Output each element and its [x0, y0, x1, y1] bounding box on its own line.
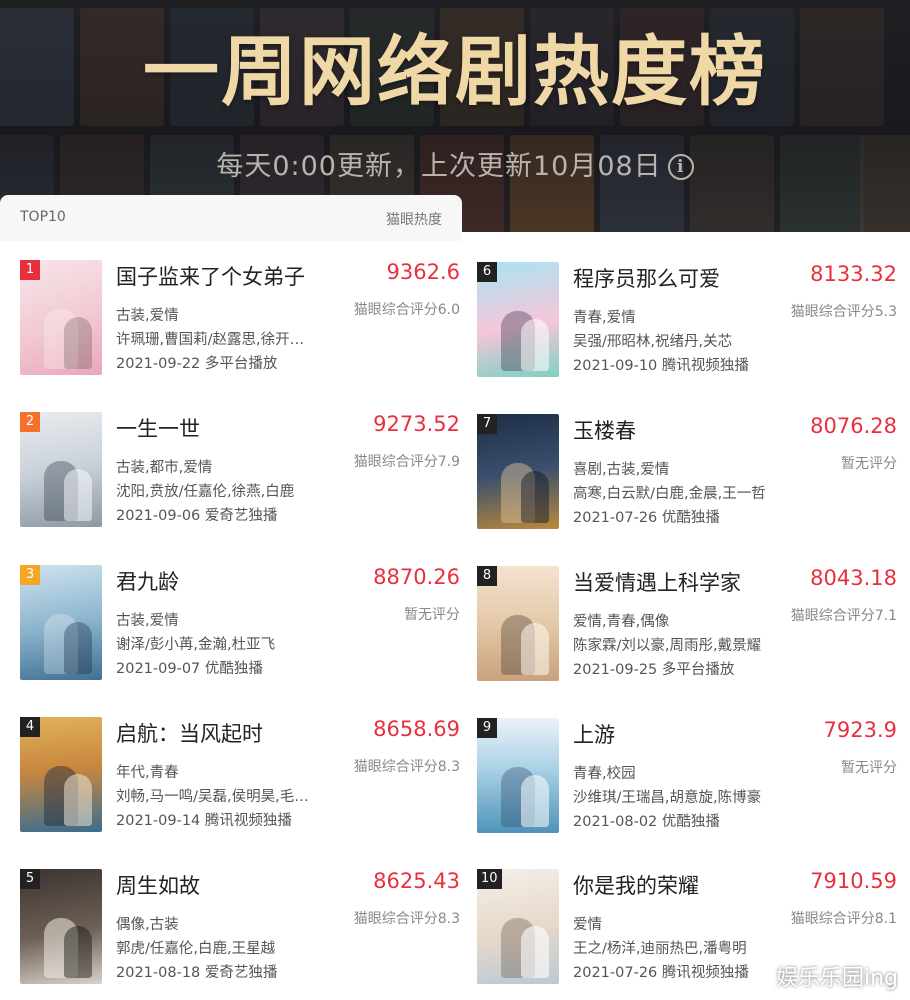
rank-badge: 1 [20, 260, 40, 280]
release-text: 2021-08-02 优酷独播 [573, 814, 720, 830]
release-text: 2021-09-07 优酷独播 [116, 661, 263, 677]
drama-title[interactable]: 君九龄 [116, 566, 179, 596]
rating-text: 猫眼综合评分6.0 [353, 302, 460, 318]
release-text: 2021-07-26 腾讯视频独播 [573, 965, 749, 981]
release-text: 2021-08-18 爱奇艺独播 [116, 965, 278, 981]
cast-text: 许珮珊,曹国莉/赵露思,徐开… [116, 332, 305, 348]
poster-figure [64, 774, 92, 826]
update-text: 每天0:00更新，上次更新10月08日 [216, 151, 662, 182]
drama-title[interactable]: 启航：当风起时 [116, 718, 263, 748]
genre-text: 年代,青春 [116, 765, 179, 781]
genre-text: 爱情,青春,偶像 [573, 614, 670, 630]
poster-figure [521, 623, 549, 675]
drama-title[interactable]: 国子监来了个女弟子 [116, 261, 305, 291]
heat-score: 8043.18 [810, 566, 897, 590]
drama-title[interactable]: 一生一世 [116, 413, 200, 443]
tab-label: TOP10 [20, 209, 66, 225]
poster-figure [521, 471, 549, 523]
rating-text: 猫眼综合评分8.3 [353, 911, 460, 927]
poster-figure [64, 926, 92, 978]
heat-score: 8133.32 [810, 262, 897, 286]
rating-text: 猫眼综合评分8.1 [790, 911, 897, 927]
genre-text: 古装,爱情 [116, 308, 179, 324]
drama-title[interactable]: 你是我的荣耀 [573, 870, 699, 900]
heat-score: 7923.9 [823, 718, 897, 742]
rank-badge: 8 [477, 566, 497, 586]
heat-score: 8625.43 [373, 869, 460, 893]
cast-text: 谢泽/彭小苒,金瀚,杜亚飞 [116, 637, 276, 653]
poster-figure [64, 317, 92, 369]
poster-figure [64, 622, 92, 674]
heat-score: 8658.69 [373, 717, 460, 741]
cast-text: 王之/杨洋,迪丽热巴,潘粤明 [573, 941, 747, 957]
ranking-item-5[interactable]: 5 周生如故 8625.43 猫眼综合评分8.3 偶像,古装 郭虎/任嘉伦,白鹿… [20, 869, 460, 999]
cast-text: 沙维琪/王瑞昌,胡意旋,陈博豪 [573, 790, 762, 806]
rank-badge: 2 [20, 412, 40, 432]
poster-figure [521, 319, 549, 371]
release-text: 2021-09-25 多平台播放 [573, 662, 735, 678]
ranking-item-2[interactable]: 2 一生一世 9273.52 猫眼综合评分7.9 古装,都市,爱情 沈阳,贲放/… [20, 412, 460, 542]
drama-title[interactable]: 上游 [573, 719, 615, 749]
cast-text: 郭虎/任嘉伦,白鹿,王星越 [116, 941, 276, 957]
drama-title[interactable]: 玉楼春 [573, 415, 636, 445]
release-text: 2021-09-10 腾讯视频独播 [573, 358, 749, 374]
rank-badge: 9 [477, 718, 497, 738]
page-title: 一周网络剧热度榜 [143, 27, 767, 116]
ranking-item-8[interactable]: 8 当爱情遇上科学家 8043.18 猫眼综合评分7.1 爱情,青春,偶像 陈家… [477, 566, 897, 696]
drama-title[interactable]: 当爱情遇上科学家 [573, 567, 741, 597]
cast-text: 刘畅,马一鸣/吴磊,侯明昊,毛… [116, 789, 309, 805]
cast-text: 高寒,白云默/白鹿,金晨,王一哲 [573, 486, 766, 502]
ranking-item-9[interactable]: 9 上游 7923.9 暂无评分 青春,校园 沙维琪/王瑞昌,胡意旋,陈博豪 2… [477, 718, 897, 848]
rating-text: 猫眼综合评分7.9 [353, 454, 460, 470]
heat-score: 8870.26 [373, 565, 460, 589]
poster-figure [521, 926, 549, 978]
rating-text: 暂无评分 [841, 456, 897, 472]
rank-badge: 3 [20, 565, 40, 585]
genre-text: 青春,校园 [573, 766, 636, 782]
ranking-item-6[interactable]: 6 程序员那么可爱 8133.32 猫眼综合评分5.3 青春,爱情 吴强/邢昭林… [477, 262, 897, 392]
drama-title[interactable]: 周生如故 [116, 870, 200, 900]
heat-score: 9362.6 [386, 260, 460, 284]
top10-tab[interactable]: TOP10 猫眼热度 [0, 195, 462, 241]
ranking-item-4[interactable]: 4 启航：当风起时 8658.69 猫眼综合评分8.3 年代,青春 刘畅,马一鸣… [20, 717, 460, 847]
rank-badge: 5 [20, 869, 40, 889]
rank-badge: 4 [20, 717, 40, 737]
rating-text: 猫眼综合评分8.3 [353, 759, 460, 775]
ranking-item-1[interactable]: 1 国子监来了个女弟子 9362.6 猫眼综合评分6.0 古装,爱情 许珮珊,曹… [20, 260, 460, 390]
heat-score: 9273.52 [373, 412, 460, 436]
update-info: 每天0:00更新，上次更新10月08日 i [0, 144, 910, 183]
rating-text: 猫眼综合评分5.3 [790, 304, 897, 320]
cast-text: 吴强/邢昭林,祝绪丹,关芯 [573, 334, 733, 350]
ranking-item-3[interactable]: 3 君九龄 8870.26 暂无评分 古装,爱情 谢泽/彭小苒,金瀚,杜亚飞 2… [20, 565, 460, 695]
genre-text: 古装,爱情 [116, 613, 179, 629]
heat-score: 7910.59 [810, 869, 897, 893]
rating-text: 暂无评分 [404, 607, 460, 623]
cast-text: 沈阳,贲放/任嘉伦,徐燕,白鹿 [116, 484, 295, 500]
rank-badge: 7 [477, 414, 497, 434]
info-icon[interactable]: i [667, 154, 694, 180]
rating-text: 猫眼综合评分7.1 [790, 608, 897, 624]
heat-score: 8076.28 [810, 414, 897, 438]
rank-badge: 6 [477, 262, 497, 282]
genre-text: 古装,都市,爱情 [116, 460, 213, 476]
rating-text: 暂无评分 [841, 760, 897, 776]
watermark-text: 娱乐乐园ing [775, 966, 898, 991]
poster-figure [64, 469, 92, 521]
metric-label: 猫眼热度 [386, 212, 442, 228]
genre-text: 喜剧,古装,爱情 [573, 462, 670, 478]
drama-title[interactable]: 程序员那么可爱 [573, 263, 720, 293]
poster-figure [521, 775, 549, 827]
genre-text: 爱情 [573, 917, 602, 933]
rank-badge: 10 [477, 869, 502, 889]
release-text: 2021-09-14 腾讯视频独播 [116, 813, 292, 829]
genre-text: 青春,爱情 [573, 310, 636, 326]
ranking-item-7[interactable]: 7 玉楼春 8076.28 暂无评分 喜剧,古装,爱情 高寒,白云默/白鹿,金晨… [477, 414, 897, 544]
cast-text: 陈家霖/刘以豪,周雨彤,戴景耀 [573, 638, 762, 654]
release-text: 2021-07-26 优酷独播 [573, 510, 720, 526]
release-text: 2021-09-06 爱奇艺独播 [116, 508, 278, 524]
release-text: 2021-09-22 多平台播放 [116, 356, 278, 372]
genre-text: 偶像,古装 [116, 917, 179, 933]
